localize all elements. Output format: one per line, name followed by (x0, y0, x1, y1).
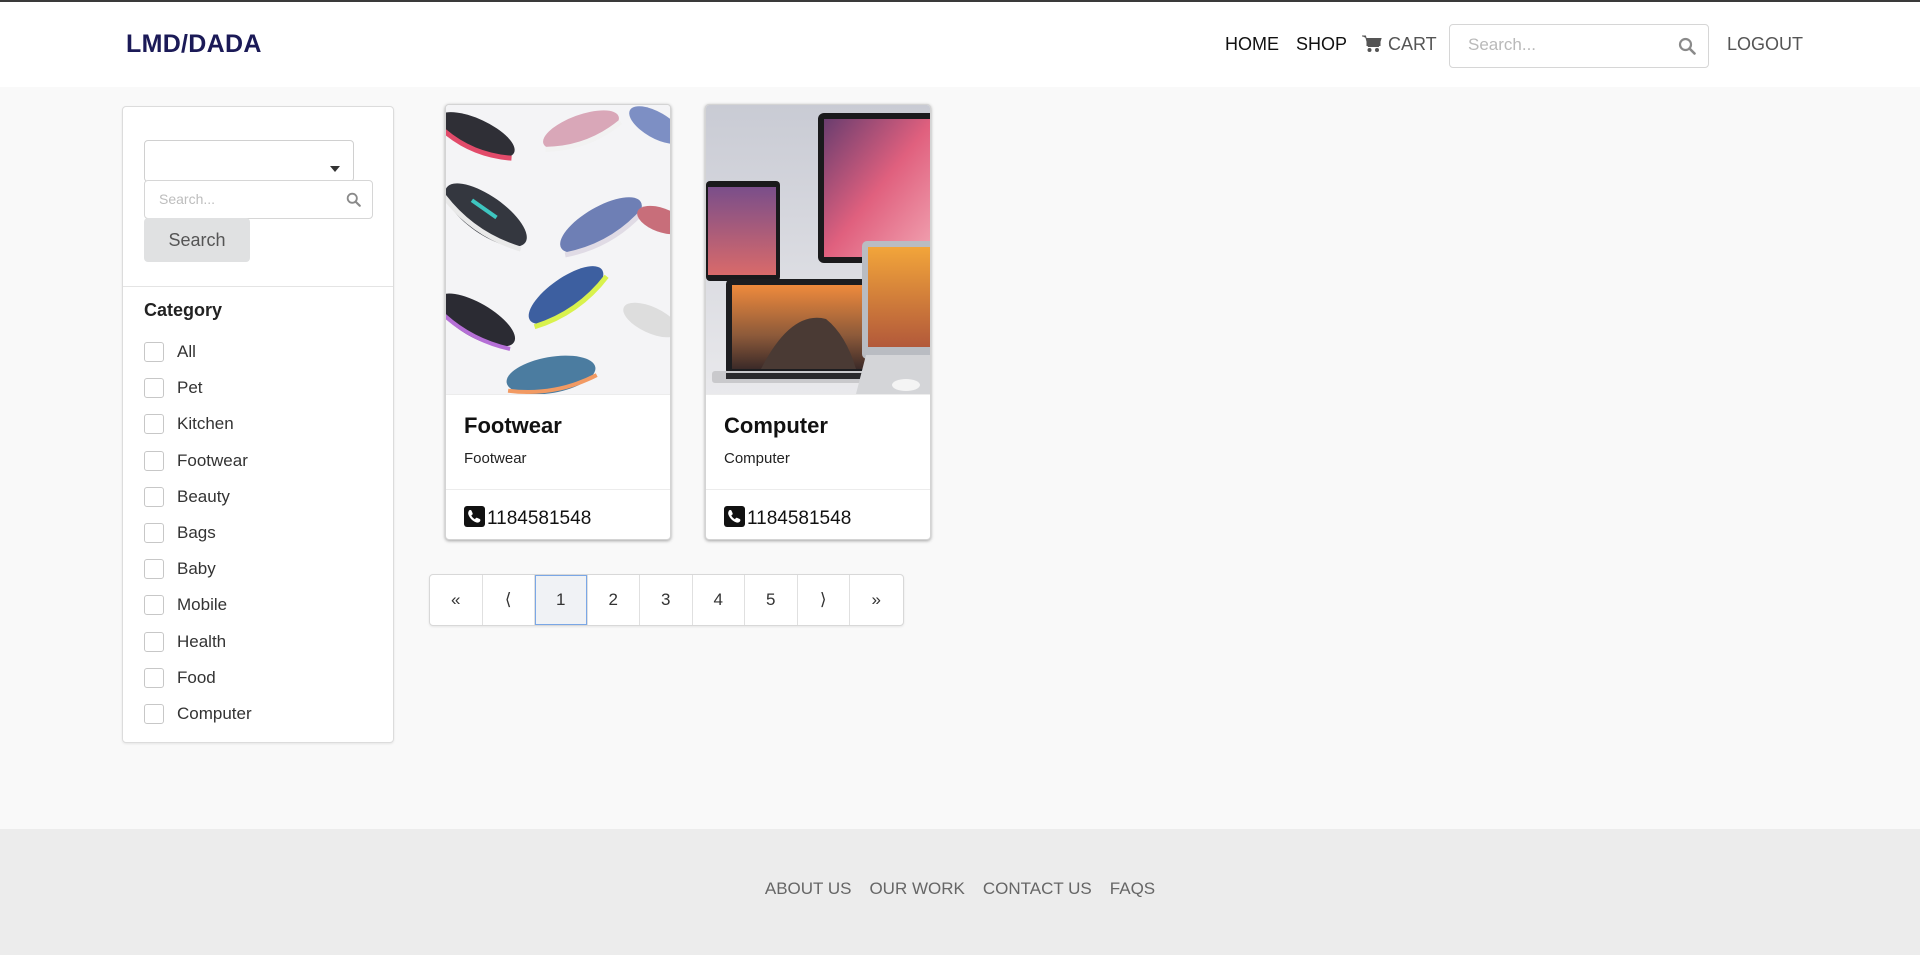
pagination: « ⟨ 1 2 3 4 5 ⟩ » (429, 574, 904, 626)
product-phone: 1184581548 (747, 508, 852, 529)
shopping-cart-icon (1362, 35, 1382, 58)
search-icon[interactable] (1678, 37, 1696, 60)
sidebar-search-button[interactable]: Search (144, 218, 250, 262)
sneakers-photo[interactable] (446, 105, 670, 394)
category-item-health[interactable]: Health (144, 624, 252, 660)
category-label: Mobile (177, 595, 228, 615)
phone-icon (464, 506, 485, 532)
product-phone: 1184581548 (487, 508, 592, 529)
category-label: Bags (177, 523, 216, 543)
category-checkbox[interactable] (144, 486, 164, 507)
category-checkbox[interactable] (144, 414, 164, 435)
category-label: Computer (177, 703, 252, 723)
brand-logo[interactable]: LMD/DADA (126, 30, 262, 59)
pagination-page-2[interactable]: 2 (588, 575, 640, 625)
card-footer: 1184581548 (706, 489, 930, 539)
pagination-first[interactable]: « (430, 575, 483, 625)
pagination-next[interactable]: ⟩ (798, 575, 850, 625)
category-checkbox[interactable] (144, 378, 164, 399)
nav-cart-link[interactable]: CART (1362, 34, 1437, 58)
footer-link-about-us[interactable]: ABOUT US (765, 879, 852, 899)
category-checkbox[interactable] (144, 631, 164, 652)
category-item-all[interactable]: All (144, 334, 252, 370)
category-label: All (177, 342, 196, 362)
header: LMD/DADA HOME SHOP CART LOGOUT (0, 2, 1920, 87)
pagination-last[interactable]: » (850, 575, 903, 625)
caret-down-icon (330, 159, 340, 177)
sidebar-search-input[interactable] (159, 181, 339, 216)
nav-home-link[interactable]: HOME (1225, 34, 1279, 55)
laptops-photo[interactable] (706, 105, 930, 394)
category-label: Health (177, 631, 227, 651)
filter-dropdown[interactable] (144, 140, 354, 182)
sidebar-search-box (144, 180, 373, 219)
product-title[interactable]: Computer (724, 413, 828, 439)
card-footer: 1184581548 (446, 489, 670, 539)
pagination-page-3[interactable]: 3 (640, 575, 693, 625)
category-checkbox[interactable] (144, 595, 164, 616)
pagination-page-4[interactable]: 4 (693, 575, 745, 625)
product-contact: 1184581548 (464, 506, 591, 532)
category-heading: Category (144, 300, 223, 320)
category-list: All Pet Kitchen Footwear Beauty Bags Bab… (144, 334, 252, 732)
category-checkbox[interactable] (144, 667, 164, 688)
category-item-footwear[interactable]: Footwear (144, 443, 252, 479)
footer-links: ABOUT US OUR WORK CONTACT US FAQS (0, 879, 1920, 899)
category-label: Footwear (177, 450, 248, 470)
nav-shop-link[interactable]: SHOP (1296, 34, 1347, 55)
category-checkbox[interactable] (144, 703, 164, 724)
header-search-input[interactable] (1468, 25, 1678, 65)
nav-logout-link[interactable]: LOGOUT (1727, 34, 1803, 55)
category-label: Food (177, 667, 216, 687)
product-card-computer[interactable]: Computer Computer 1184581548 (705, 104, 931, 540)
category-checkbox[interactable] (144, 450, 164, 471)
category-checkbox[interactable] (144, 523, 164, 544)
product-title[interactable]: Footwear (464, 413, 562, 439)
category-checkbox[interactable] (144, 559, 164, 580)
category-label: Baby (177, 559, 216, 579)
card-body: Computer Computer (706, 394, 930, 489)
category-item-pet[interactable]: Pet (144, 370, 252, 406)
product-card-footwear[interactable]: Footwear Footwear 1184581548 (445, 104, 671, 540)
category-label: Beauty (177, 486, 230, 506)
product-contact: 1184581548 (724, 506, 851, 532)
product-subtitle: Computer (724, 450, 790, 467)
phone-icon (724, 506, 745, 532)
pagination-page-1[interactable]: 1 (535, 575, 588, 625)
category-checkbox[interactable] (144, 342, 164, 363)
pagination-prev[interactable]: ⟨ (483, 575, 535, 625)
nav-cart-label: CART (1388, 34, 1437, 54)
product-subtitle: Footwear (464, 450, 527, 467)
card-body: Footwear Footwear (446, 394, 670, 489)
pagination-page-5[interactable]: 5 (745, 575, 798, 625)
category-label: Kitchen (177, 414, 234, 434)
category-item-beauty[interactable]: Beauty (144, 479, 252, 515)
footer-link-faqs[interactable]: FAQS (1110, 879, 1155, 899)
search-icon[interactable] (346, 192, 361, 212)
category-item-mobile[interactable]: Mobile (144, 587, 252, 623)
header-search-box (1449, 24, 1709, 68)
category-item-food[interactable]: Food (144, 660, 252, 696)
category-label: Pet (177, 378, 203, 398)
footer-link-our-work[interactable]: OUR WORK (869, 879, 964, 899)
category-item-baby[interactable]: Baby (144, 551, 252, 587)
filter-sidebar: Search Category All Pet Kitchen Footwear… (122, 106, 394, 743)
category-item-computer[interactable]: Computer (144, 696, 252, 732)
category-item-kitchen[interactable]: Kitchen (144, 406, 252, 442)
footer-link-contact-us[interactable]: CONTACT US (983, 879, 1092, 899)
category-item-bags[interactable]: Bags (144, 515, 252, 551)
sidebar-divider (123, 286, 393, 287)
footer: ABOUT US OUR WORK CONTACT US FAQS (0, 829, 1920, 955)
